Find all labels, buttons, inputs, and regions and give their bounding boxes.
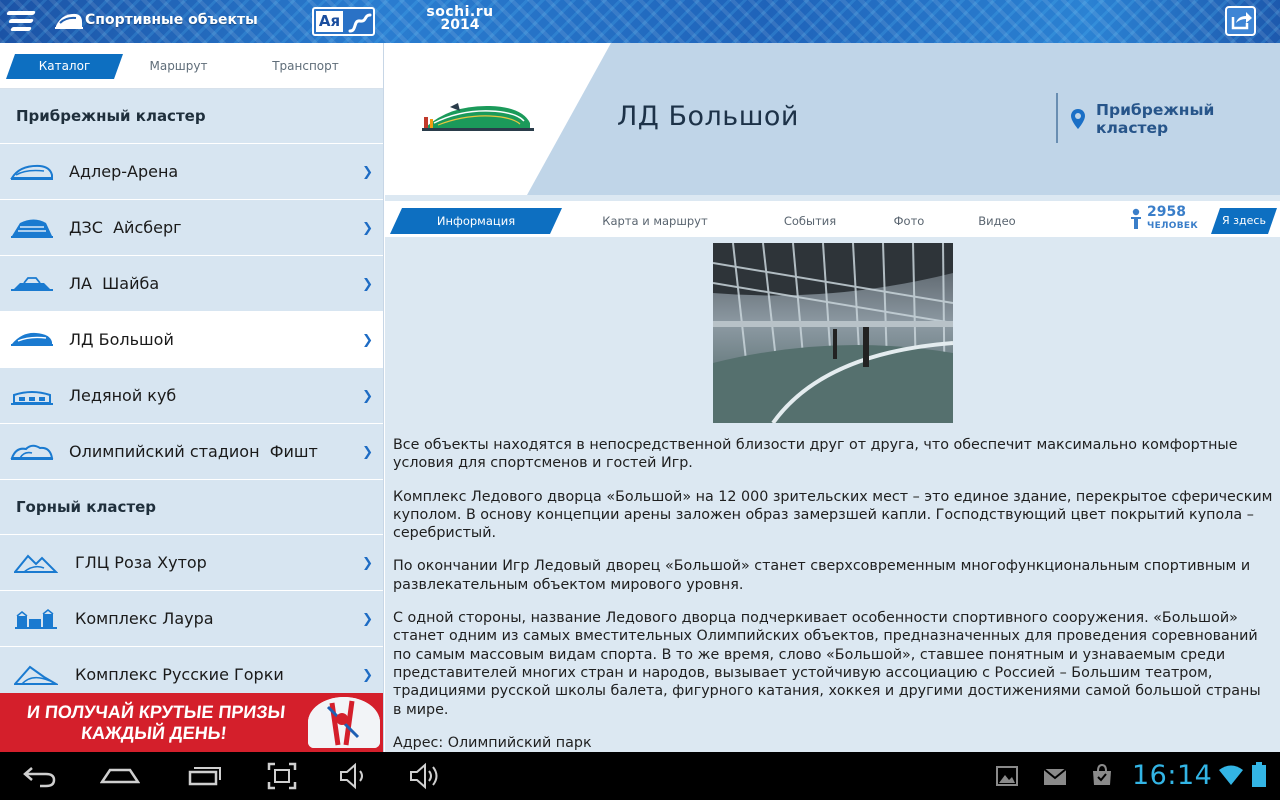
tab-route[interactable]: Маршрут — [122, 54, 235, 79]
paragraph: С одной стороны, название Ледового дворц… — [393, 610, 1261, 718]
venue-name: ЛД Большой — [69, 330, 174, 349]
menu-icon[interactable] — [4, 6, 38, 37]
volume-up-icon[interactable] — [408, 762, 442, 790]
gallery-notification-icon[interactable] — [996, 766, 1018, 786]
tab-catalog[interactable]: Каталог — [6, 54, 123, 79]
venue-name: ДЗС Айсберг — [69, 218, 182, 237]
bolshoy-icon — [11, 332, 53, 346]
venue-item-adler-arena[interactable]: Адлер-Арена ❯ — [0, 144, 383, 200]
fisht-icon — [10, 444, 54, 460]
venue-name: Ледяной куб — [69, 386, 177, 405]
system-navigation-bar: 16:14 — [0, 752, 1280, 800]
home-icon[interactable] — [100, 762, 140, 790]
venue-description: Все объекты находятся в непосредственной… — [393, 436, 1273, 752]
app-window: Спортивные объекты Ая sochi.ru 2014 Ката… — [0, 0, 1280, 800]
venue-item-bolshoy[interactable]: ЛД Большой ❯ — [0, 312, 383, 368]
cluster-line-2: кластер — [1096, 119, 1169, 137]
venue-header: ЛД Большой Прибрежный кластер — [385, 43, 1280, 195]
cluster-heading-mountain: Горный кластер — [0, 480, 383, 535]
clock: 16:14 — [1132, 760, 1213, 791]
app-header: Спортивные объекты Ая sochi.ru 2014 — [0, 0, 1280, 43]
arena-icon — [10, 164, 53, 180]
app-title: Спортивные объекты — [85, 12, 258, 28]
visitor-label: ЧЕЛОВЕК — [1147, 221, 1199, 231]
tab-map-route[interactable]: Карта и маршрут — [585, 208, 725, 234]
paragraph: По окончании Игр Ледовый дворец «Большой… — [393, 558, 1251, 593]
store-notification-icon[interactable] — [1091, 764, 1113, 786]
venue-logo — [422, 103, 534, 131]
route-icon — [348, 13, 372, 33]
cluster-heading-coastal: Прибрежный кластер — [0, 89, 383, 144]
cluster-line-1: Прибрежный — [1096, 101, 1215, 119]
chevron-right-icon: ❯ — [362, 389, 373, 404]
tab-photo[interactable]: Фото — [875, 208, 943, 234]
stadium-icon — [55, 13, 83, 29]
sidebar-tabs: Каталог Маршрут Транспорт — [0, 43, 383, 89]
paragraph: Комплекс Ледового дворца «Большой» на 12… — [393, 488, 1273, 542]
chevron-right-icon: ❯ — [362, 277, 373, 292]
screenshot-icon[interactable] — [267, 762, 297, 790]
laura-icon — [15, 609, 57, 629]
shayba-icon — [11, 277, 53, 291]
chevron-right-icon: ❯ — [362, 333, 373, 348]
jump-icon — [14, 665, 58, 685]
promo-text: И ПОЛУЧАЙ КРУТЫЕ ПРИЗЫ КАЖДЫЙ ДЕНЬ! — [0, 702, 312, 744]
battery-icon — [1252, 762, 1266, 787]
mountain-icon — [14, 554, 58, 573]
tab-video[interactable]: Видео — [960, 208, 1034, 234]
tab-info[interactable]: Информация — [390, 208, 562, 234]
chevron-right-icon: ❯ — [362, 221, 373, 236]
sochi-2014-logo: sochi.ru 2014 — [418, 5, 502, 38]
venue-item-rosa-khutor[interactable]: ГЛЦ Роза Хутор ❯ — [0, 535, 383, 591]
language-button[interactable]: Ая — [312, 7, 375, 36]
venue-detail: ЛД Большой Прибрежный кластер Информация… — [385, 43, 1280, 752]
share-icon — [1231, 12, 1252, 30]
chevron-right-icon: ❯ — [362, 165, 373, 180]
venue-address: Адрес: Олимпийский парк — [393, 734, 592, 751]
venue-name: Олимпийский стадион Фишт — [69, 442, 318, 461]
chevron-right-icon: ❯ — [362, 445, 373, 460]
venue-item-ice-cube[interactable]: Ледяной куб ❯ — [0, 368, 383, 424]
venue-sidebar: Каталог Маршрут Транспорт Прибрежный кла… — [0, 43, 384, 752]
header-divider — [1056, 93, 1058, 143]
ice-cube-icon — [11, 391, 53, 405]
person-icon — [1131, 208, 1141, 229]
tab-events[interactable]: События — [770, 208, 850, 234]
venue-cluster-label: Прибрежный кластер — [1096, 101, 1236, 137]
venue-item-shayba[interactable]: ЛА Шайба ❯ — [0, 256, 383, 312]
venue-item-fisht[interactable]: Олимпийский стадион Фишт ❯ — [0, 424, 383, 480]
logo-year: 2014 — [440, 17, 480, 33]
venue-tabs: Информация Карта и маршрут События Фото … — [385, 195, 1280, 237]
venue-title: ЛД Большой — [617, 101, 799, 132]
promo-banner[interactable]: И ПОЛУЧАЙ КРУТЫЕ ПРИЗЫ КАЖДЫЙ ДЕНЬ! — [0, 693, 383, 752]
venue-name: ГЛЦ Роза Хутор — [75, 553, 207, 572]
venue-photo[interactable] — [713, 243, 953, 423]
skier-image — [308, 697, 380, 748]
language-label: Ая — [316, 11, 343, 32]
recent-apps-icon[interactable] — [182, 762, 222, 790]
chevron-right-icon: ❯ — [362, 612, 373, 627]
venue-item-laura[interactable]: Комплекс Лаура ❯ — [0, 591, 383, 647]
chevron-right-icon: ❯ — [362, 556, 373, 571]
promo-line-2: КАЖДЫЙ ДЕНЬ! — [80, 723, 228, 743]
visitor-counter: 2958 ЧЕЛОВЕК — [1130, 204, 1202, 236]
location-pin-icon — [1071, 109, 1085, 129]
venue-name: ЛА Шайба — [69, 274, 160, 293]
i-am-here-button[interactable]: Я здесь — [1211, 208, 1277, 234]
promo-line-1: И ПОЛУЧАЙ КРУТЫЕ ПРИЗЫ — [25, 702, 287, 722]
wifi-icon — [1219, 765, 1243, 785]
venue-item-iceberg[interactable]: ДЗС Айсберг ❯ — [0, 200, 383, 256]
mail-notification-icon[interactable] — [1043, 768, 1067, 786]
venue-name: Адлер-Арена — [69, 162, 179, 181]
tab-transport[interactable]: Транспорт — [248, 54, 363, 79]
share-button[interactable] — [1225, 6, 1256, 36]
volume-down-icon[interactable] — [338, 762, 370, 790]
iceberg-icon — [11, 219, 53, 238]
venue-name: Комплекс Лаура — [75, 609, 214, 628]
visitor-count: 2958 — [1147, 204, 1186, 220]
back-icon[interactable] — [22, 762, 58, 790]
paragraph: Все объекты находятся в непосредственной… — [393, 437, 1238, 472]
